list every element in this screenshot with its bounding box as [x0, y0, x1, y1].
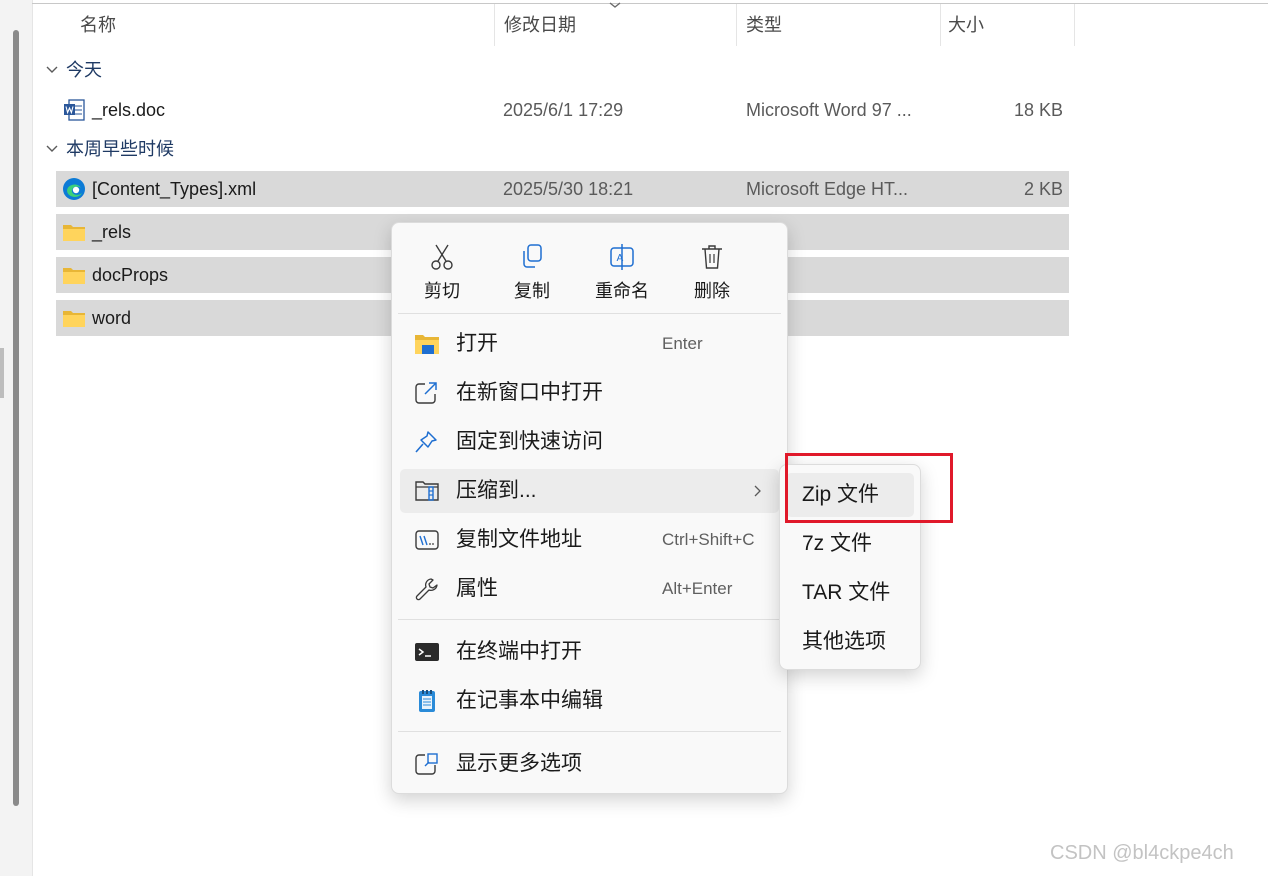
trash-icon	[702, 245, 722, 269]
chevron-right-icon	[754, 485, 761, 497]
delete-label: 删除	[694, 281, 730, 301]
menu-item-open[interactable]: 打开 Enter	[400, 322, 779, 366]
menu-item-edit-in-notepad[interactable]: 在记事本中编辑	[400, 679, 779, 723]
rename-icon: A	[610, 244, 634, 270]
menu-item-label: 压缩到...	[456, 479, 537, 502]
menu-item-label: 固定到快速访问	[456, 430, 603, 453]
file-name: _rels.doc	[92, 100, 166, 120]
wrench-icon	[415, 578, 438, 601]
svg-text:A: A	[617, 253, 624, 264]
menu-item-shortcut: Ctrl+Shift+C	[662, 530, 755, 549]
chevron-down-icon	[46, 145, 58, 152]
open-folder-icon	[415, 335, 439, 354]
terminal-icon	[415, 643, 439, 661]
menu-divider	[398, 313, 781, 314]
menu-item-label: 在新窗口中打开	[456, 381, 603, 404]
rename-button[interactable]: A 重命名	[582, 239, 662, 309]
column-header-type[interactable]: 类型	[736, 4, 940, 46]
notepad-icon	[419, 690, 435, 712]
menu-item-shortcut: Enter	[662, 334, 703, 353]
new-window-icon	[415, 382, 437, 404]
group-label: 今天	[66, 60, 102, 80]
menu-item-label: 在终端中打开	[456, 640, 582, 663]
group-header-today[interactable]: 今天	[44, 55, 102, 85]
column-separator[interactable]	[1074, 4, 1075, 46]
file-date: 2025/6/1 17:29	[503, 100, 624, 120]
edge-icon	[63, 178, 85, 200]
rename-label: 重命名	[595, 281, 649, 301]
copy-path-icon	[415, 530, 439, 550]
folder-name: _rels	[92, 222, 132, 242]
file-type: Microsoft Word 97 ...	[746, 100, 912, 120]
column-header-size[interactable]: 大小	[938, 4, 1074, 46]
menu-item-label: 打开	[456, 332, 498, 355]
menu-item-compress-to[interactable]: 压缩到...	[400, 469, 779, 513]
menu-item-open-in-terminal[interactable]: 在终端中打开	[400, 630, 779, 674]
file-type: Microsoft Edge HT...	[746, 179, 909, 199]
copy-label: 复制	[514, 281, 550, 301]
menu-item-label: 属性	[456, 577, 498, 600]
zip-archive-icon	[415, 481, 439, 501]
group-label: 本周早些时候	[66, 139, 174, 159]
scrollbar[interactable]	[13, 30, 19, 806]
file-row[interactable]: _rels.doc 2025/6/1 17:29 Microsoft Word …	[56, 92, 1069, 128]
pin-icon	[415, 431, 437, 453]
menu-item-pin-quick-access[interactable]: 固定到快速访问	[400, 420, 779, 464]
menu-item-show-more-options[interactable]: 显示更多选项	[400, 742, 779, 786]
folder-name: word	[92, 308, 132, 328]
menu-item-copy-path[interactable]: 复制文件地址 Ctrl+Shift+C	[400, 518, 779, 562]
watermark: CSDN @bl4ckpe4ch	[1050, 842, 1234, 864]
scissors-icon	[431, 244, 453, 270]
copy-icon	[523, 244, 542, 268]
menu-item-shortcut: Alt+Enter	[662, 579, 733, 598]
chevron-down-icon	[46, 66, 58, 73]
delete-button[interactable]: 删除	[672, 239, 752, 309]
folder-icon	[63, 225, 85, 241]
menu-item-open-new-window[interactable]: 在新窗口中打开	[400, 371, 779, 415]
copy-button[interactable]: 复制	[492, 239, 572, 309]
folder-name: docProps	[92, 265, 169, 285]
submenu-item-7z[interactable]: 7z 文件	[786, 522, 914, 566]
navigation-pane-edge	[0, 0, 33, 876]
column-header-date[interactable]: 修改日期	[494, 4, 736, 46]
column-header-name[interactable]: 名称	[70, 4, 494, 46]
submenu-item-tar[interactable]: TAR 文件	[786, 571, 914, 615]
menu-divider	[398, 619, 781, 620]
file-row[interactable]: [Content_Types].xml 2025/5/30 18:21 Micr…	[56, 171, 1069, 207]
menu-item-label: 显示更多选项	[456, 752, 582, 775]
submenu-item-other-options[interactable]: 其他选项	[786, 620, 914, 664]
context-menu: 剪切 复制 A 重命名 删除 打开 Enter 在新窗口中打开 固定到快速访问 …	[391, 222, 788, 794]
sort-descending-icon	[609, 2, 621, 8]
file-size: 18 KB	[1013, 100, 1063, 120]
file-date: 2025/5/30 18:21	[503, 179, 634, 199]
cut-label: 剪切	[424, 281, 460, 301]
folder-icon	[63, 311, 85, 327]
file-name: [Content_Types].xml	[92, 179, 257, 199]
menu-item-label: 在记事本中编辑	[456, 689, 603, 712]
menu-item-properties[interactable]: 属性 Alt+Enter	[400, 567, 779, 611]
menu-item-label: 复制文件地址	[456, 528, 582, 551]
file-size: 2 KB	[1023, 179, 1063, 199]
word-doc-icon	[64, 99, 85, 121]
more-options-icon	[415, 753, 438, 775]
highlight-annotation-box	[785, 453, 953, 523]
folder-icon	[63, 268, 85, 284]
pane-resize-handle[interactable]	[0, 348, 4, 398]
cut-button[interactable]: 剪切	[402, 239, 482, 309]
menu-divider	[398, 731, 781, 732]
group-header-earlier-this-week[interactable]: 本周早些时候	[44, 134, 174, 164]
